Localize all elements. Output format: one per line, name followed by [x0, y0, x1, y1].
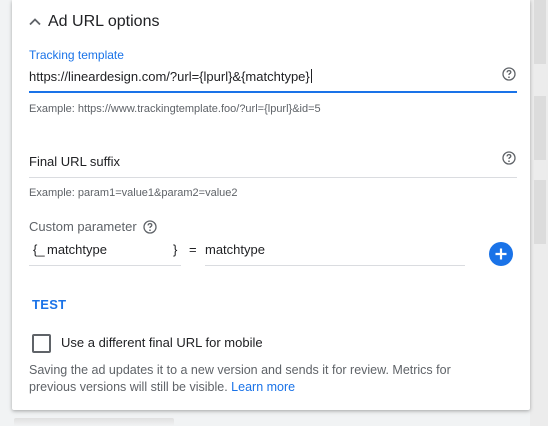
add-parameter-button[interactable]	[489, 242, 513, 266]
custom-parameter-value[interactable]: matchtype	[205, 242, 265, 257]
custom-parameter-key[interactable]: matchtype	[47, 242, 107, 257]
value-underline	[205, 265, 465, 266]
key-prefix: {_	[33, 242, 45, 257]
tracking-template-label: Tracking template	[29, 48, 124, 62]
ad-url-options-card: Ad URL options Tracking template https:/…	[12, 0, 530, 410]
final-url-suffix-input[interactable]: Final URL suffix	[29, 154, 120, 169]
section-title: Ad URL options	[48, 13, 160, 30]
help-icon[interactable]	[143, 219, 157, 234]
scroll-segment	[534, 0, 546, 64]
tracking-template-input[interactable]: https://lineardesign.com/?url={lpurl}&{m…	[29, 69, 312, 84]
scroll-segment	[534, 96, 546, 160]
final-url-suffix-underline	[29, 177, 517, 178]
key-suffix: }	[173, 242, 178, 257]
mobile-url-checkbox-label[interactable]: Use a different final URL for mobile	[61, 335, 263, 350]
footer-note: Saving the ad updates it to a new versio…	[29, 362, 489, 396]
text-cursor	[310, 69, 312, 83]
help-icon[interactable]	[502, 151, 516, 165]
custom-parameter-label-text: Custom parameter	[29, 219, 137, 234]
page-scroll-area	[530, 0, 548, 426]
learn-more-link[interactable]: Learn more	[231, 380, 295, 394]
test-button[interactable]: TEST	[32, 297, 66, 312]
equals-sign: =	[189, 242, 197, 257]
final-url-suffix-example: Example: param1=value1&param2=value2	[29, 187, 238, 199]
tracking-template-underline	[29, 91, 517, 93]
chevron-up-icon[interactable]	[28, 15, 42, 29]
custom-parameter-label: Custom parameter	[29, 219, 157, 234]
plus-icon	[495, 248, 507, 260]
tracking-template-value: https://lineardesign.com/?url={lpurl}&{m…	[29, 69, 310, 84]
next-card-edge	[14, 418, 174, 426]
tracking-template-example: Example: https://www.trackingtemplate.fo…	[29, 103, 321, 115]
ad-url-options-header[interactable]: Ad URL options	[28, 10, 159, 34]
help-icon[interactable]	[502, 67, 516, 81]
mobile-url-checkbox[interactable]	[32, 334, 51, 353]
key-underline	[29, 265, 181, 266]
scroll-segment	[534, 180, 546, 244]
